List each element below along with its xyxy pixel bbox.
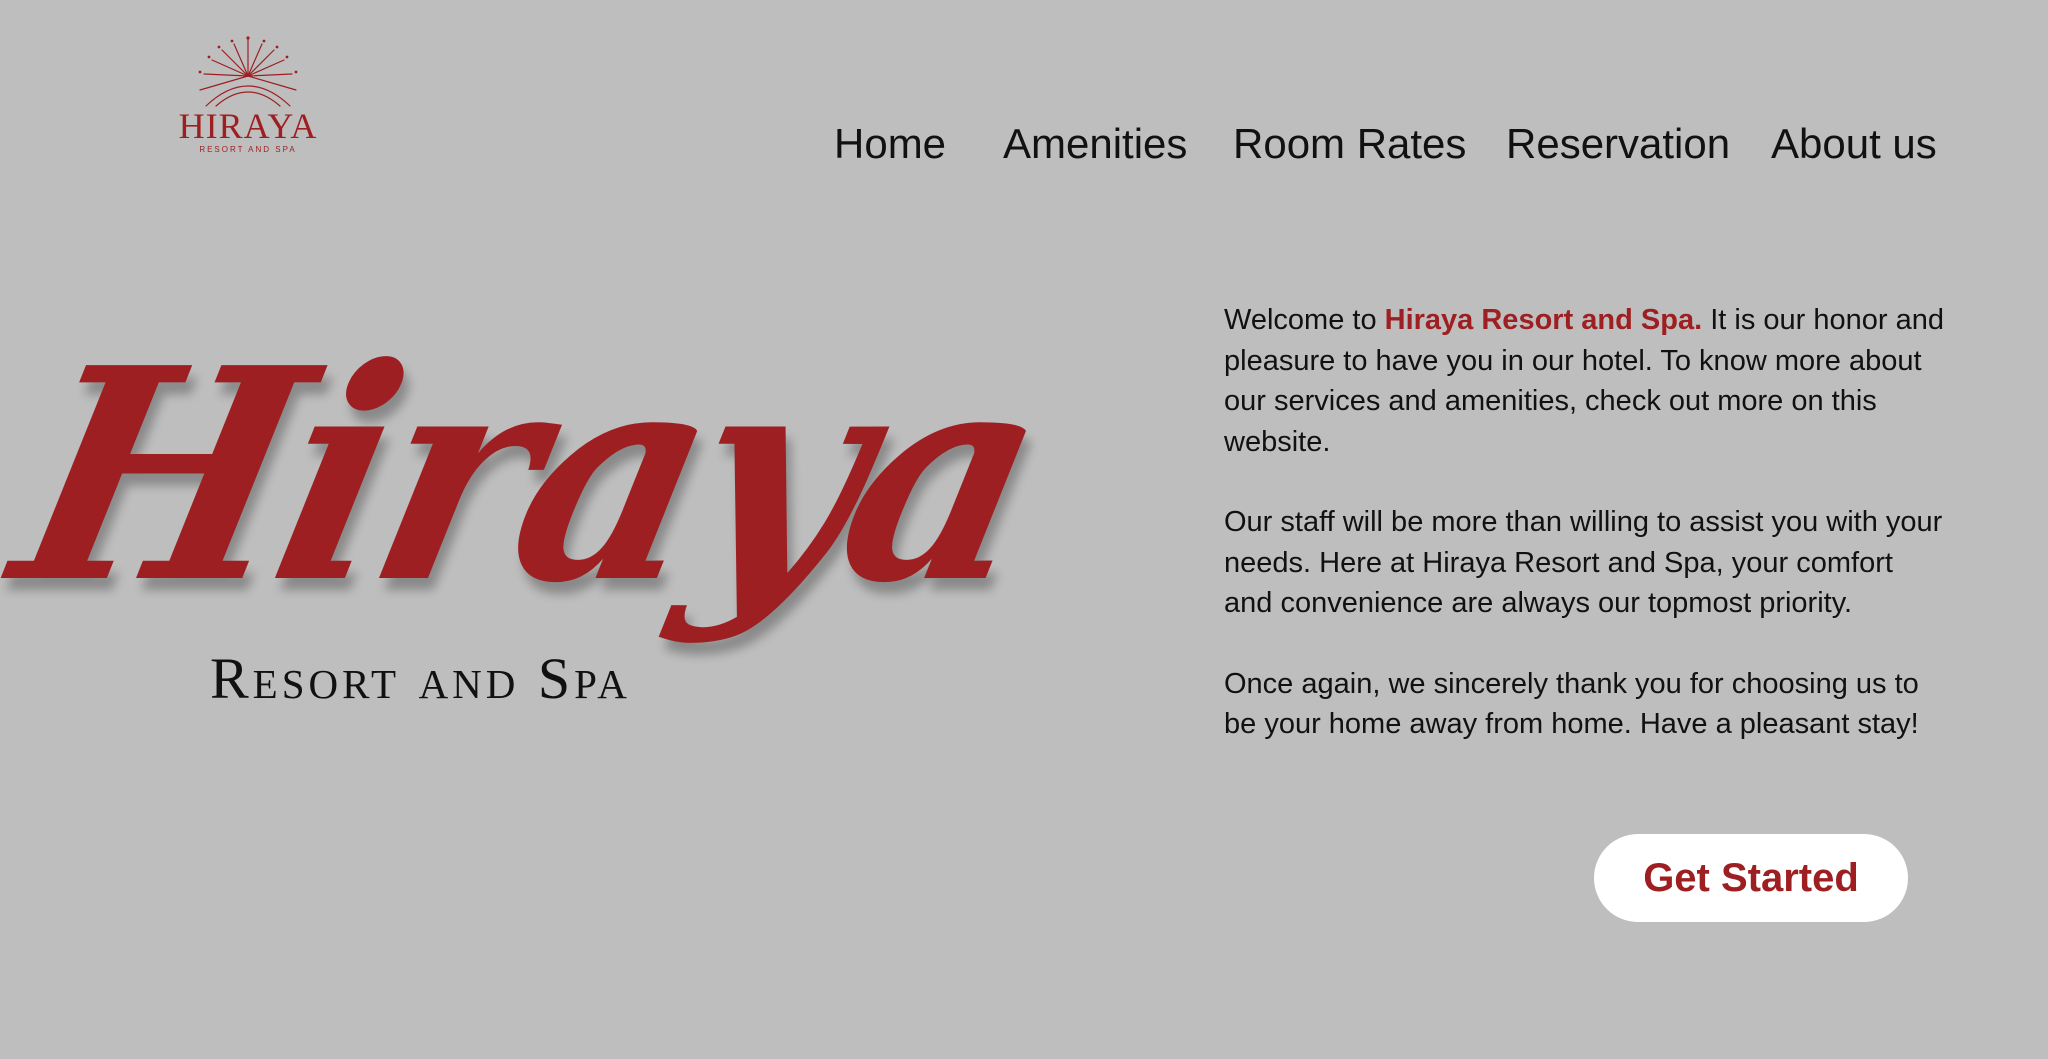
main-nav: Home Amenities Room Rates Reservation Ab… <box>820 118 1940 170</box>
get-started-button[interactable]: Get Started <box>1594 834 1908 922</box>
logo-subtitle: RESORT AND SPA <box>199 145 297 154</box>
nav-item-home[interactable]: Home <box>834 118 946 170</box>
hero-tagline: Resort and Spa <box>210 646 631 711</box>
brand-logo[interactable]: HIRAYA RESORT AND SPA <box>168 36 328 160</box>
intro-text: Welcome to Hiraya Resort and Spa. It is … <box>1224 300 1944 785</box>
nav-item-amenities[interactable]: Amenities <box>1003 118 1187 170</box>
intro-welcome-prefix: Welcome to <box>1224 304 1377 336</box>
intro-paragraph-3: Once again, we sincerely thank you for c… <box>1224 667 1919 741</box>
nav-item-reservation[interactable]: Reservation <box>1506 118 1730 170</box>
logo-wordmark: HIRAYA <box>178 106 318 146</box>
intro-paragraph-1: Welcome to Hiraya Resort and Spa. It is … <box>1224 300 1944 462</box>
nav-item-room-rates[interactable]: Room Rates <box>1233 118 1466 170</box>
hero-wordmark: Hiraya Resort and Spa <box>0 304 1140 711</box>
brand-highlight: Hiraya Resort and Spa. <box>1384 304 1703 336</box>
nav-item-about-us[interactable]: About us <box>1771 118 1937 170</box>
intro-paragraph-2: Our staff will be more than willing to a… <box>1224 506 1943 619</box>
sunburst-icon <box>198 36 298 107</box>
hero-title: Hiraya <box>0 304 1064 647</box>
